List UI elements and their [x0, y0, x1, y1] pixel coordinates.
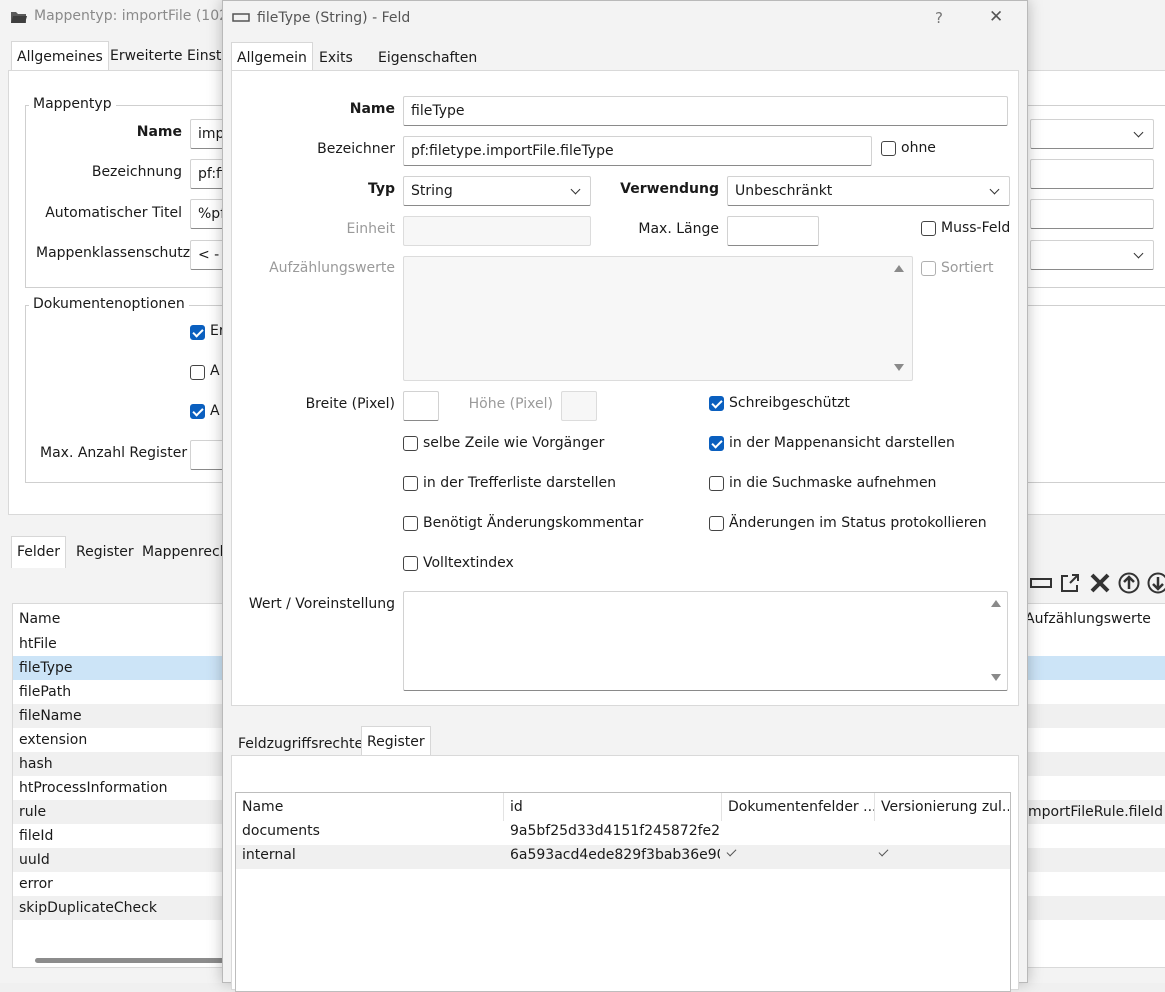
col-header-versionierung[interactable]: Versionierung zul...: [875, 793, 1009, 821]
suchmaske-checkbox[interactable]: [709, 476, 724, 491]
cell-name: documents: [242, 823, 320, 839]
max-laenge-label: Max. Länge: [603, 221, 719, 237]
status-protokoll-checkbox[interactable]: [709, 516, 724, 531]
bezeichner-field[interactable]: pf:filetype.importFile.fileType: [403, 136, 872, 166]
arrow-up-icon[interactable]: [1118, 572, 1140, 594]
selbe-zeile-label: selbe Zeile wie Vorgänger: [423, 435, 604, 451]
einheit-field: [403, 216, 591, 246]
checkmark-icon: [727, 847, 737, 857]
tab-erweiterte[interactable]: Erweiterte Einstel: [105, 41, 239, 71]
window-icon: [232, 12, 250, 24]
volltextindex-label: Volltextindex: [423, 555, 514, 571]
verwendung-label: Verwendung: [603, 181, 719, 197]
close-button[interactable]: ✕: [989, 7, 1003, 27]
cell-id: 9a5bf25d33d4151f245872fe28...: [510, 823, 720, 839]
scroll-down-icon[interactable]: [991, 674, 1001, 681]
breite-label: Breite (Pixel): [243, 396, 395, 412]
help-button[interactable]: ?: [935, 9, 943, 27]
name-field-dropdown[interactable]: [1030, 119, 1154, 149]
bezeichner-label: Bezeichner: [243, 141, 395, 157]
suchmaske-label: in die Suchmaske aufnehmen: [729, 475, 936, 491]
sortiert-label: Sortiert: [941, 260, 993, 276]
tab-allgemeines[interactable]: Allgemeines: [11, 41, 109, 71]
open-external-icon[interactable]: [1059, 572, 1081, 594]
tab-register[interactable]: Register: [71, 537, 139, 567]
doc-option-2-checkbox[interactable]: [190, 365, 205, 380]
bezeichnung-label: Bezeichnung: [40, 164, 182, 180]
trefferliste-checkbox[interactable]: [403, 476, 418, 491]
kommentar-label: Benötigt Änderungskommentar: [423, 515, 643, 531]
cell-id: 6a593acd4ede829f3bab36e90...: [510, 847, 720, 863]
arrow-down-icon[interactable]: [1147, 572, 1165, 594]
scroll-up-icon[interactable]: [894, 265, 904, 272]
status-protokoll-label: Änderungen im Status protokollieren: [729, 515, 987, 531]
hoehe-field: [561, 391, 597, 421]
aufzaehlung-label: Aufzählungswerte: [243, 260, 395, 276]
list-header-aufzaehlungswerte[interactable]: Aufzählungswerte: [1025, 607, 1151, 631]
selbe-zeile-checkbox[interactable]: [403, 436, 418, 451]
col-header-dokumentenfelder[interactable]: Dokumentenfelder ...: [722, 793, 875, 821]
ohne-label: ohne: [901, 140, 936, 156]
muss-feld-label: Muss-Feld: [941, 220, 1010, 236]
volltextindex-checkbox[interactable]: [403, 556, 418, 571]
typ-select[interactable]: String: [403, 176, 591, 206]
schreibgeschuetzt-checkbox[interactable]: [709, 396, 724, 411]
tab-felder[interactable]: Felder: [11, 536, 66, 568]
scroll-down-icon[interactable]: [894, 364, 904, 371]
checkmark-icon: [879, 847, 889, 857]
list-cell-aufzaehlungswerte: mportFileRule.fileId -: [1028, 800, 1165, 824]
trefferliste-label: in der Trefferliste darstellen: [423, 475, 616, 491]
wert-textarea[interactable]: [403, 591, 1008, 691]
schreibgeschuetzt-label: Schreibgeschützt: [729, 395, 850, 411]
mappenansicht-checkbox[interactable]: [709, 436, 724, 451]
breite-field[interactable]: [403, 391, 439, 421]
register-table: Name id Dokumentenfelder ... Versionieru…: [235, 792, 1011, 992]
einheit-label: Einheit: [243, 221, 395, 237]
table-row[interactable]: internal 6a593acd4ede829f3bab36e90...: [236, 845, 1010, 869]
delete-icon[interactable]: [1089, 572, 1111, 594]
kommentar-checkbox[interactable]: [403, 516, 418, 531]
ohne-checkbox[interactable]: [881, 141, 896, 156]
auto-title-label: Automatischer Titel: [40, 205, 182, 221]
name-label: Name: [243, 101, 395, 117]
muss-feld-checkbox[interactable]: [921, 221, 936, 236]
name-field[interactable]: fileType: [403, 96, 1008, 126]
window-icon[interactable]: [1030, 572, 1052, 594]
max-register-label: Max. Anzahl Register: [40, 445, 187, 461]
window-title: Mappentyp: importFile (102: [34, 8, 228, 24]
name-label: Name: [40, 124, 182, 140]
scroll-up-icon[interactable]: [991, 600, 1001, 607]
verwendung-select[interactable]: Unbeschränkt: [727, 176, 1010, 206]
tab-register[interactable]: Register: [361, 726, 431, 756]
tab-mappenrechte[interactable]: Mappenrech: [137, 537, 234, 567]
col-header-id[interactable]: id: [504, 793, 722, 821]
table-row[interactable]: documents 9a5bf25d33d4151f245872fe28...: [236, 821, 1010, 845]
schutz-select-dropdown[interactable]: [1030, 240, 1154, 270]
field-dialog: fileType (String) - Feld ? ✕ Allgemein E…: [222, 0, 1028, 983]
typ-label: Typ: [243, 181, 395, 197]
sortiert-checkbox: [921, 261, 936, 276]
cell-name: internal: [242, 847, 296, 863]
dialog-title: fileType (String) - Feld: [257, 10, 410, 26]
doc-option-1-checkbox[interactable]: [190, 325, 205, 340]
folder-icon: [10, 9, 28, 25]
wert-label: Wert / Voreinstellung: [243, 596, 395, 612]
max-laenge-field[interactable]: [727, 216, 819, 246]
tab-eigenschaften[interactable]: Eigenschaften: [373, 43, 482, 73]
col-header-name[interactable]: Name: [236, 793, 504, 821]
aufzaehlung-textarea: [403, 256, 913, 381]
auto-title-field-right[interactable]: [1030, 199, 1154, 229]
doc-option-2-label: A: [210, 363, 220, 379]
group-legend: Dokumentenoptionen: [29, 296, 189, 312]
group-legend: Mappentyp: [29, 96, 116, 112]
tab-allgemein[interactable]: Allgemein: [231, 42, 313, 72]
hoehe-label: Höhe (Pixel): [453, 396, 553, 412]
tab-exits[interactable]: Exits: [314, 43, 358, 73]
doc-option-3-checkbox[interactable]: [190, 404, 205, 419]
bezeichnung-field-right[interactable]: [1030, 159, 1154, 189]
schutz-label: Mappenklassenschutz: [36, 245, 182, 261]
horizontal-scrollbar[interactable]: [35, 958, 235, 963]
doc-option-3-label: A: [210, 403, 220, 419]
mappenansicht-label: in der Mappenansicht darstellen: [729, 435, 955, 451]
